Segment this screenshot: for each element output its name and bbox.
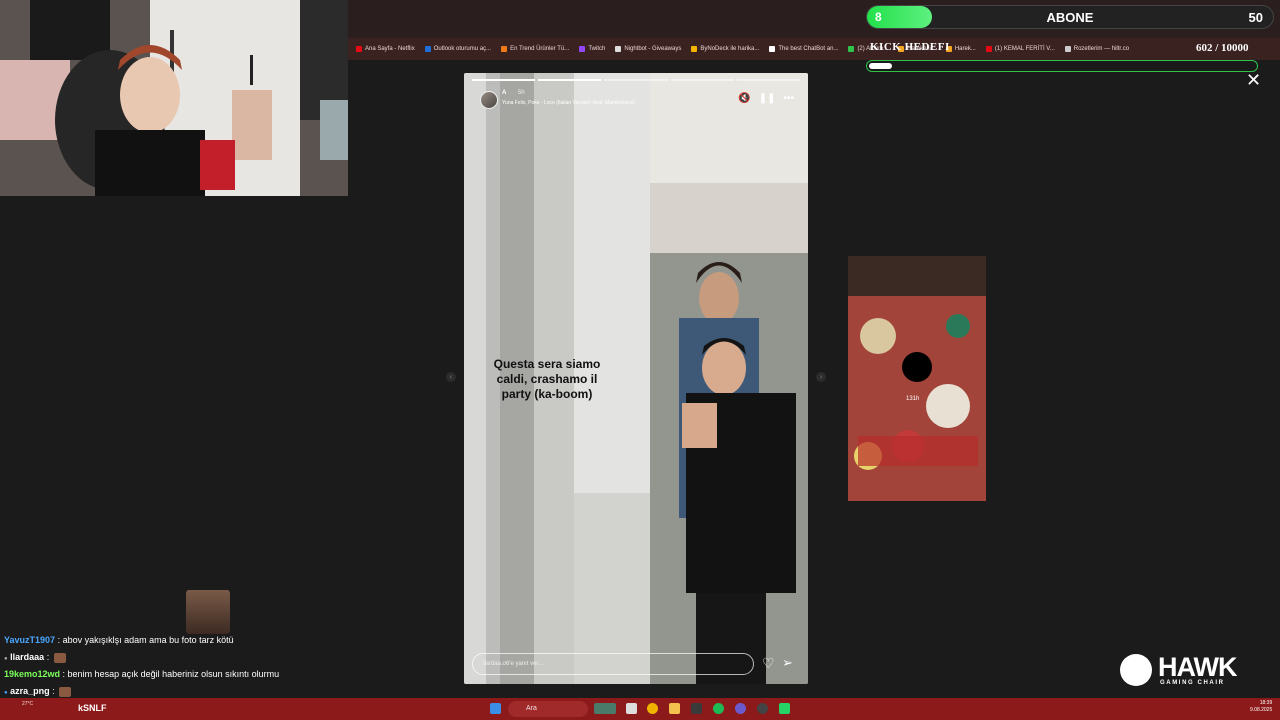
sponsor-name: HAWK	[1158, 652, 1237, 682]
chatbot-icon	[769, 46, 776, 52]
chat-text: : benim hesap açık değil haberiniz olsun…	[62, 669, 280, 679]
kick-goal-count: 602 / 10000	[1196, 42, 1249, 54]
story-viewer[interactable]: A 5h Yuna Felix, Poke - Loco (Italian Ve…	[464, 73, 808, 684]
spotify-icon[interactable]	[713, 703, 724, 714]
bookmark-harek[interactable]: Harek...	[945, 46, 976, 52]
story-reply-input[interactable]: llardaa.o6'e yanıt ver...	[472, 653, 754, 675]
chat-text: :	[52, 686, 55, 696]
chat-message: 19kemo12wd : benim hesap açık değil habe…	[4, 666, 344, 683]
hawk-sponsor-logo: HAWK GAMING CHAIR	[1120, 652, 1237, 692]
netflix-icon	[356, 46, 362, 52]
badge-icon: ●	[4, 656, 8, 662]
bookmark-nightbot[interactable]: Nightbot - Giveaways	[615, 46, 681, 52]
sponsor-tagline: GAMING CHAIR	[1160, 680, 1225, 686]
bookmark-outlook[interactable]: Outlook oturumu aç...	[424, 46, 491, 52]
mute-icon[interactable]: 🔇	[738, 93, 750, 104]
file-explorer-icon[interactable]	[669, 703, 680, 714]
chat-text: :	[46, 652, 50, 662]
album-icon	[848, 46, 855, 52]
windows-taskbar: 27°C kSNLF Ara 18:39 9.08.2025	[0, 698, 1280, 720]
story-progress	[472, 79, 801, 81]
story-timestamp: 5h	[518, 90, 525, 96]
subscriber-goal-target: 50	[1248, 10, 1263, 25]
bookmark-netflix[interactable]: Ana Sayfa - Netflix	[356, 46, 415, 52]
nightbot-icon	[615, 46, 622, 52]
bookmarks-bar: Ana Sayfa - Netflix Outlook oturumu aç..…	[348, 38, 1280, 60]
kick-goal-fill	[869, 63, 893, 69]
chrome-icon[interactable]	[647, 703, 658, 714]
chat-overlay-user: kSNLF	[78, 703, 107, 713]
chat-message: YavuzT1907 : abov yakışıklşı adam ama bu…	[4, 632, 344, 649]
bynodeck-icon	[691, 46, 698, 52]
bookmark-youtube[interactable]: (1) KEMAL FERİTİ V...	[985, 46, 1055, 52]
kick-goal-title: KICK HEDEFI	[870, 41, 950, 53]
chat-text: : abov yakışıklşı adam ama bu foto tarz …	[57, 635, 234, 645]
webcam-feed	[0, 0, 348, 196]
bookmark-trendyol[interactable]: En Trend Ürünler Tü...	[501, 46, 569, 52]
story-caption: Questa sera siamo caldi, crashamo il par…	[493, 357, 601, 401]
whatsapp-icon[interactable]	[779, 703, 790, 714]
send-icon[interactable]: ➢	[782, 655, 793, 671]
taskbar-clock[interactable]: 18:39 9.08.2025	[1250, 700, 1272, 714]
kick-goal-bar	[866, 60, 1258, 72]
pause-icon[interactable]: ❚❚	[759, 93, 776, 104]
chat-username: azra_png	[10, 686, 50, 696]
trendyol-icon	[501, 46, 508, 52]
emote-icon	[53, 652, 66, 663]
bookmark-rozetlerim[interactable]: Rozetlerim — hiltr.co	[1064, 46, 1129, 52]
next-story-timestamp: 131h	[906, 396, 920, 402]
weather-widget[interactable]: 27°C	[22, 701, 33, 707]
chat-username: YavuzT1907	[4, 635, 56, 645]
next-story-avatar	[902, 352, 932, 382]
windows-start-icon[interactable]	[490, 703, 501, 714]
bookmark-chatbot[interactable]: The best ChatBot an...	[769, 46, 838, 52]
task-view-icon[interactable]	[626, 703, 637, 714]
chat-username: 19kemo12wd	[4, 669, 61, 679]
subscriber-goal-label: ABONE	[1046, 10, 1094, 25]
previous-story-arrow-icon[interactable]: ‹	[446, 372, 456, 382]
next-story-arrow-icon[interactable]: ›	[816, 372, 826, 382]
obs-icon[interactable]	[757, 703, 768, 714]
twitch-icon	[579, 46, 586, 52]
story-progress-segment	[670, 79, 734, 81]
outlook-icon	[424, 46, 431, 52]
subscriber-goal-bar: 8 ABONE 50	[866, 5, 1274, 29]
more-options-icon[interactable]: •••	[783, 93, 794, 104]
chat-emote-image	[186, 590, 230, 634]
story-controls: 🔇 ❚❚ •••	[738, 93, 794, 104]
chat-message: ● llardaaa :	[4, 649, 344, 666]
emote-icon	[59, 686, 72, 697]
hawk-feather-icon	[1120, 654, 1152, 686]
rozetlerim-icon	[1064, 46, 1071, 52]
bookmark-bynodeck[interactable]: ByNoDeck ile harika...	[691, 46, 759, 52]
clock-date: 9.08.2025	[1250, 707, 1273, 713]
clock-time: 18:39	[1259, 700, 1273, 706]
avatar[interactable]	[480, 91, 498, 109]
taskbar-search[interactable]: Ara	[508, 701, 588, 717]
story-music-label[interactable]: Yuna Felix, Poke - Loco (Italian Version…	[502, 100, 635, 106]
close-icon[interactable]: ✕	[1246, 70, 1261, 91]
store-icon[interactable]	[691, 703, 702, 714]
heart-icon[interactable]: ♡	[762, 655, 775, 672]
chat-username: llardaaa	[10, 652, 45, 662]
badge-icon: ●	[4, 690, 8, 696]
story-progress-segment	[736, 79, 801, 81]
next-story-preview[interactable]: 131h	[848, 256, 986, 501]
story-header: A 5h Yuna Felix, Poke - Loco (Italian Ve…	[472, 87, 800, 117]
youtube-icon	[985, 46, 992, 52]
story-progress-segment	[538, 79, 602, 81]
story-progress-segment	[604, 79, 668, 81]
bookmark-twitch[interactable]: Twitch	[579, 46, 605, 52]
story-progress-segment	[472, 79, 536, 81]
discord-icon[interactable]	[735, 703, 746, 714]
widgets-icon[interactable]	[594, 703, 616, 714]
story-username[interactable]: A	[502, 90, 506, 96]
chat-overlay: YavuzT1907 : abov yakışıklşı adam ama bu…	[4, 632, 344, 700]
